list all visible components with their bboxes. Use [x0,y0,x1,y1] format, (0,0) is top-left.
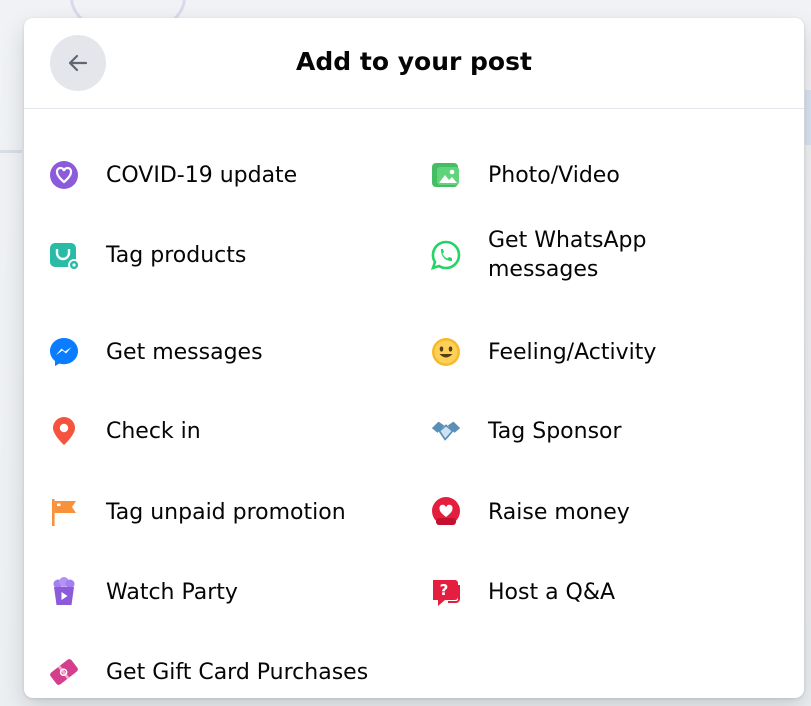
background-panel-edge [805,90,811,145]
dialog-header: Add to your post [24,18,804,109]
option-tag-products[interactable]: Tag products [48,225,398,285]
option-label: Tag unpaid promotion [106,499,346,525]
option-label: Tag products [106,242,247,268]
option-label: Feeling/Activity [488,339,657,365]
option-label: Watch Party [106,579,238,605]
fundraiser-heart-icon [430,496,462,528]
option-raise-money[interactable]: Raise money [430,482,780,542]
photo-video-icon [430,159,462,191]
option-label: COVID-19 update [106,162,298,188]
option-label: Get Gift Card Purchases [106,659,369,685]
option-label: Get messages [106,339,263,365]
option-label: Raise money [488,499,630,525]
shopping-bag-icon [48,239,80,271]
option-tag-unpaid-promotion[interactable]: Tag unpaid promotion [48,482,398,542]
background-divider [0,150,22,153]
option-label: Get WhatsApp messages [488,228,647,282]
covid-heart-icon [48,159,80,191]
option-get-messages[interactable]: Get messages [48,322,398,382]
whatsapp-icon [430,239,462,271]
option-label: Host a Q&A [488,579,616,605]
option-whatsapp-messages[interactable]: Get WhatsApp messages [430,225,780,285]
option-host-qa[interactable]: ? Host a Q&A [430,562,780,622]
smiley-icon [430,336,462,368]
option-covid-update[interactable]: COVID-19 update [48,145,398,205]
flag-icon [48,496,80,528]
option-label: Tag Sponsor [488,418,622,444]
option-gift-card-purchases[interactable]: Get Gift Card Purchases [48,642,398,698]
option-tag-sponsor[interactable]: Tag Sponsor [430,401,780,461]
dialog-title: Add to your post [296,47,532,76]
gift-card-icon [48,656,80,688]
handshake-icon [430,415,462,447]
question-bubble-icon: ? [430,576,462,608]
location-pin-icon [48,415,80,447]
option-label: Photo/Video [488,162,620,188]
messenger-icon [48,336,80,368]
add-to-post-dialog: Add to your post COVID-19 update Photo/V… [24,18,804,698]
option-check-in[interactable]: Check in [48,401,398,461]
option-label: Check in [106,418,201,444]
popcorn-icon [48,576,80,608]
option-watch-party[interactable]: Watch Party [48,562,398,622]
option-photo-video[interactable]: Photo/Video [430,145,780,205]
svg-text:?: ? [440,581,449,599]
option-feeling-activity[interactable]: Feeling/Activity [430,322,780,382]
